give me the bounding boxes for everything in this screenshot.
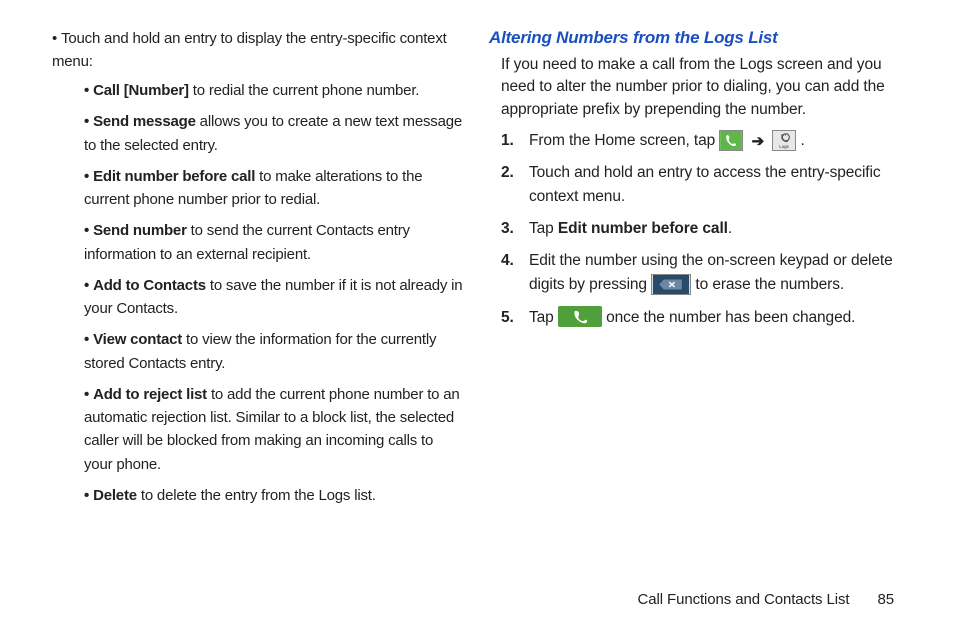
- arrow-icon: ➔: [748, 130, 768, 153]
- bullet-icon: •: [84, 487, 89, 504]
- step-text: Tap: [529, 309, 558, 326]
- term: Call [Number]: [93, 82, 189, 99]
- bullet-icon: •: [84, 82, 89, 99]
- page-footer: Call Functions and Contacts List 85: [638, 591, 894, 608]
- term: Add to Contacts: [93, 277, 206, 294]
- context-menu-list: •Call [Number] to redial the current pho…: [84, 79, 465, 507]
- list-item: •Call [Number] to redial the current pho…: [84, 79, 465, 102]
- list-item: •Send message allows you to create a new…: [84, 110, 465, 157]
- footer-section: Call Functions and Contacts List: [638, 591, 850, 608]
- section-title: Altering Numbers from the Logs List: [489, 28, 902, 48]
- step-item: Tap once the number has been changed.: [501, 306, 902, 330]
- page-number: 85: [878, 591, 895, 608]
- manual-page: •Touch and hold an entry to display the …: [0, 0, 954, 636]
- bullet-icon: •: [84, 113, 89, 130]
- left-intro: •Touch and hold an entry to display the …: [52, 28, 465, 73]
- logs-tab-icon: Logs: [772, 130, 796, 151]
- list-item: •Add to Contacts to save the number if i…: [84, 274, 465, 321]
- step-text: .: [728, 220, 732, 237]
- bullet-icon: •: [84, 386, 89, 403]
- step-text: .: [801, 132, 805, 149]
- term: Send message: [93, 113, 196, 130]
- intro-text: Touch and hold an entry to display the e…: [52, 30, 447, 70]
- right-column: Altering Numbers from the Logs List If y…: [477, 28, 914, 616]
- svg-text:Logs: Logs: [780, 144, 790, 149]
- left-column: •Touch and hold an entry to display the …: [40, 28, 477, 616]
- term: Delete: [93, 487, 137, 504]
- bullet-icon: •: [52, 30, 57, 47]
- bullet-icon: •: [84, 331, 89, 348]
- list-item: •Edit number before call to make alterat…: [84, 165, 465, 212]
- step-item: From the Home screen, tap ➔ Logs .: [501, 129, 902, 153]
- step-text: Touch and hold an entry to access the en…: [529, 164, 881, 205]
- backspace-key-icon: [651, 274, 691, 295]
- steps-list: From the Home screen, tap ➔ Logs . Touch…: [501, 129, 902, 329]
- list-item: •Send number to send the current Contact…: [84, 219, 465, 266]
- list-item: •Add to reject list to add the current p…: [84, 383, 465, 476]
- step-text: Tap: [529, 220, 558, 237]
- bullet-icon: •: [84, 222, 89, 239]
- step-text: to erase the numbers.: [695, 276, 844, 293]
- desc: to redial the current phone number.: [189, 82, 419, 99]
- desc: to delete the entry from the Logs list.: [137, 487, 376, 504]
- bullet-icon: •: [84, 277, 89, 294]
- step-item: Tap Edit number before call.: [501, 217, 902, 241]
- call-button-icon: [558, 306, 602, 327]
- term: View contact: [93, 331, 182, 348]
- section-body: If you need to make a call from the Logs…: [501, 54, 902, 121]
- step-item: Edit the number using the on-screen keyp…: [501, 249, 902, 297]
- phone-app-icon: [719, 130, 743, 151]
- step-text: once the number has been changed.: [606, 309, 855, 326]
- step-item: Touch and hold an entry to access the en…: [501, 161, 902, 209]
- bullet-icon: •: [84, 168, 89, 185]
- step-bold: Edit number before call: [558, 220, 728, 237]
- step-text: From the Home screen, tap: [529, 132, 719, 149]
- list-item: •View contact to view the information fo…: [84, 328, 465, 375]
- term: Edit number before call: [93, 168, 255, 185]
- term: Add to reject list: [93, 386, 207, 403]
- list-item: •Delete to delete the entry from the Log…: [84, 484, 465, 507]
- term: Send number: [93, 222, 187, 239]
